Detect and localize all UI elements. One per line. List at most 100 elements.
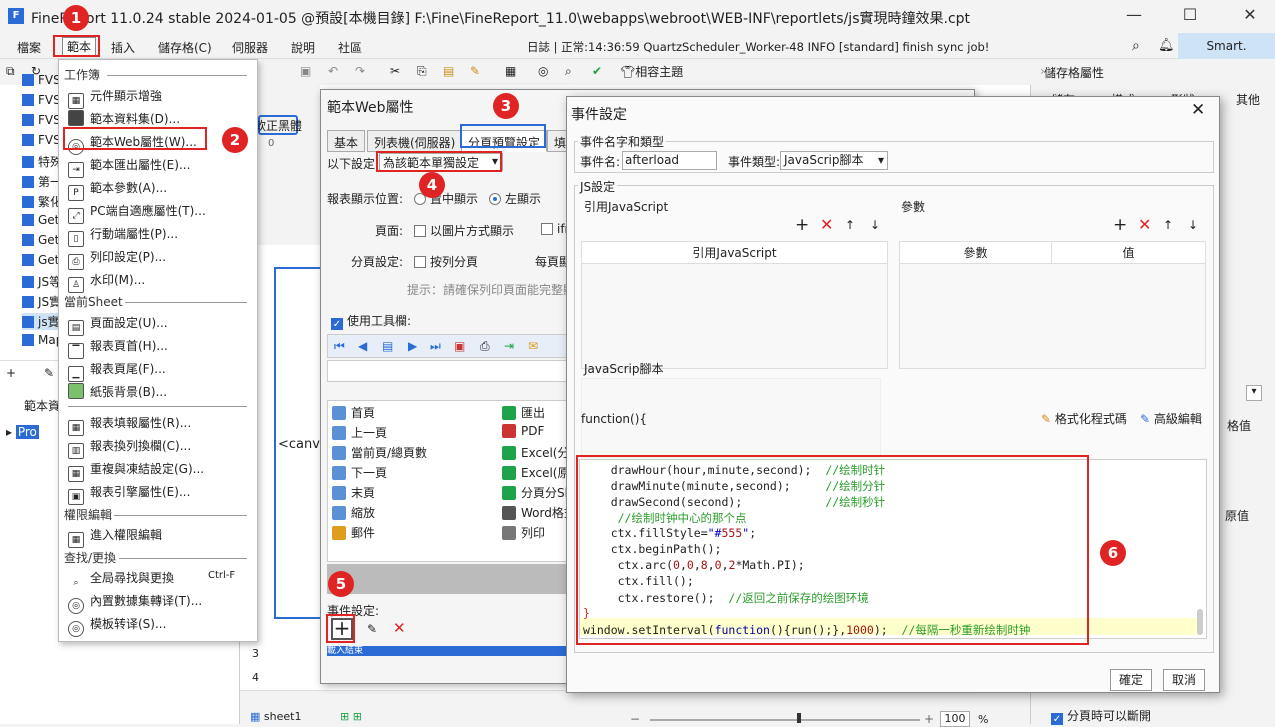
button-item[interactable]: 下一頁 bbox=[332, 464, 387, 481]
menu-item-repeat-freeze[interactable]: ▦ 重複與凍結設定(G)... bbox=[68, 460, 204, 482]
menu-item-header[interactable]: ▔ 報表頁首(H)... bbox=[68, 337, 168, 359]
project-node[interactable]: ▸ Pro bbox=[6, 425, 39, 439]
add-js-icon[interactable]: + bbox=[795, 217, 809, 234]
menu-item-fill-attribute[interactable]: ▦ 報表填報屬性(R)... bbox=[68, 414, 191, 436]
edit-icon[interactable]: ✎ bbox=[44, 365, 54, 381]
menu-item-row-column-switch[interactable]: ▥ 報表換列換欄(C)... bbox=[68, 437, 191, 459]
tab-basic[interactable]: 基本 bbox=[327, 130, 366, 152]
event-name-input[interactable]: afterload bbox=[622, 151, 717, 170]
use-toolbar-option[interactable]: ✓ 使用工具欄: bbox=[331, 312, 411, 330]
tab-printer[interactable]: 列表機(伺服器) bbox=[367, 130, 463, 152]
menu-item-watermark[interactable]: ♙ 水印(M)... bbox=[68, 271, 145, 293]
delete-param-icon[interactable]: ✕ bbox=[1138, 217, 1151, 233]
undo-icon[interactable]: ↶ bbox=[328, 63, 338, 79]
tree-item[interactable]: FVS bbox=[22, 113, 61, 127]
close-button[interactable]: ✕ bbox=[1238, 5, 1262, 27]
menu-cell[interactable]: 儲存格(C) bbox=[158, 39, 212, 56]
button-item[interactable]: 末頁 bbox=[332, 484, 375, 501]
button-item[interactable]: PDF bbox=[502, 424, 544, 438]
paste-icon[interactable]: ▤ bbox=[443, 63, 454, 79]
tree-item[interactable]: 繁化 bbox=[22, 193, 62, 210]
menu-item-page-setting[interactable]: ▤ 頁面設定(U)... bbox=[68, 314, 168, 336]
button-item[interactable]: 首頁 bbox=[332, 404, 375, 421]
menu-item-enter-permission[interactable]: ▦ 進入權限編輯 bbox=[68, 526, 162, 548]
mail-icon[interactable]: ✉ bbox=[528, 338, 538, 354]
next-page-icon[interactable]: ▶ bbox=[408, 338, 417, 354]
cancel-button[interactable]: 取消 bbox=[1163, 669, 1205, 691]
menu-item-engine-attribute[interactable]: ▣ 報表引擎屬性(E)... bbox=[68, 483, 190, 505]
notification-bell-icon[interactable]: 🔔︎ bbox=[1158, 38, 1175, 54]
ok-button[interactable]: 確定 bbox=[1110, 669, 1152, 691]
export-pdf-icon[interactable]: ▣ bbox=[454, 338, 465, 354]
move-up-icon[interactable]: ↑ bbox=[845, 217, 855, 233]
check-icon[interactable]: ✔ bbox=[592, 63, 602, 79]
add-param-icon[interactable]: + bbox=[1113, 217, 1127, 234]
code-scrollbar[interactable] bbox=[1197, 609, 1203, 635]
menu-community[interactable]: 社區 bbox=[338, 39, 362, 56]
advanced-edit-button[interactable]: ✎ 高級編輯 bbox=[1140, 410, 1202, 427]
page-number-icon[interactable]: ▤ bbox=[382, 338, 393, 354]
tree-item[interactable]: FVS bbox=[22, 93, 61, 107]
menu-item-mobile[interactable]: ▯ 行動端屬性(P)... bbox=[68, 225, 178, 247]
tree-item[interactable]: Get bbox=[22, 213, 59, 227]
last-page-icon[interactable]: ⏭ bbox=[430, 338, 441, 354]
delete-js-icon[interactable]: ✕ bbox=[820, 217, 833, 233]
zoom-thumb[interactable] bbox=[797, 713, 801, 723]
menu-item-print-setting[interactable]: ⎙ 列印設定(P)... bbox=[68, 248, 166, 270]
add-sheet-icon[interactable]: ⊞ ⊞ bbox=[340, 710, 362, 723]
menu-help[interactable]: 說明 bbox=[291, 39, 315, 56]
cut-icon[interactable]: ✂ bbox=[390, 63, 400, 79]
menu-item-template-translate[interactable]: ◎ 模板转译(S)... bbox=[68, 615, 166, 637]
search-icon[interactable]: ⌕ bbox=[1132, 38, 1140, 54]
tree-item[interactable]: FVS bbox=[22, 133, 61, 147]
tree-item[interactable]: JS等 bbox=[22, 273, 61, 290]
delete-event-icon[interactable]: ✕ bbox=[393, 620, 406, 636]
copy-icon[interactable]: ⎘ bbox=[417, 63, 427, 79]
menu-item-pc-adaptive[interactable]: ⤢ PC端自適應屬性(T)... bbox=[68, 202, 206, 224]
button-item[interactable]: 當前頁/總頁數 bbox=[332, 444, 427, 461]
right-tab-other[interactable]: 其他 bbox=[1236, 91, 1260, 108]
tree-item[interactable]: 特殊 bbox=[22, 153, 62, 170]
menu-insert[interactable]: 插入 bbox=[111, 39, 135, 56]
button-item[interactable]: 分頁分Sh bbox=[502, 484, 572, 501]
tree-item[interactable]: Get bbox=[22, 233, 59, 247]
button-item[interactable]: 上一頁 bbox=[332, 424, 387, 441]
tree-item[interactable]: 第一 bbox=[22, 173, 62, 190]
first-page-icon[interactable]: ⏮ bbox=[334, 338, 345, 354]
web-icon[interactable]: ◎ bbox=[538, 63, 548, 79]
menu-item-export-attribute[interactable]: ⇥ 範本匯出屬性(E)... bbox=[68, 156, 190, 178]
format-code-button[interactable]: ✎ 格式化程式碼 bbox=[1041, 410, 1127, 427]
zoom-preview-icon[interactable]: ⌕ bbox=[565, 63, 572, 79]
button-item[interactable]: 郵件 bbox=[332, 524, 375, 541]
image-mode-option[interactable]: 以圖片方式顯示 bbox=[414, 222, 514, 239]
button-item[interactable]: 縮放 bbox=[332, 504, 375, 521]
by-column-option[interactable]: 按列分頁 bbox=[414, 253, 478, 270]
tree-item-selected[interactable]: js實 bbox=[22, 313, 60, 330]
add-icon[interactable]: + bbox=[6, 365, 16, 381]
move-down-icon[interactable]: ↓ bbox=[1188, 217, 1198, 233]
tree-item[interactable]: Get bbox=[22, 253, 59, 267]
tree-item[interactable]: JS實 bbox=[22, 293, 61, 310]
chevron-down-icon[interactable]: ▾ bbox=[1246, 385, 1262, 401]
zoom-input[interactable]: 100 bbox=[940, 711, 970, 727]
prev-page-icon[interactable]: ◀ bbox=[358, 338, 367, 354]
export-icon[interactable]: ⇥ bbox=[504, 338, 514, 354]
minimize-button[interactable]: — bbox=[1122, 5, 1146, 27]
user-account[interactable]: Smart. bbox=[1178, 33, 1275, 59]
menu-item-dataset-translate[interactable]: ◎ 內置數據集轉译(T)... bbox=[68, 592, 202, 614]
event-row[interactable]: 載入結束 bbox=[327, 646, 567, 656]
menu-item-dataset[interactable]: 範本資料集(D)... bbox=[68, 110, 180, 127]
format-brush-icon[interactable]: ✎ bbox=[470, 63, 480, 79]
sheet-tab[interactable]: ▦ sheet1 bbox=[250, 710, 301, 723]
maximize-button[interactable]: ☐ bbox=[1178, 5, 1202, 27]
menu-item-footer[interactable]: ▁ 報表頁尾(F)... bbox=[68, 360, 166, 382]
zoom-slider[interactable] bbox=[650, 719, 920, 721]
save-icon[interactable]: ▣ bbox=[300, 63, 311, 79]
menu-item-paper-background[interactable]: 紙張背景(B)... bbox=[68, 383, 167, 400]
event-type-select[interactable]: JavaScrip腳本 ▾ bbox=[780, 151, 888, 170]
tree-item[interactable]: FVS bbox=[22, 73, 61, 87]
page-break-option[interactable]: ✓ 分頁時可以斷開 bbox=[1051, 707, 1151, 725]
left-display-option[interactable]: 左顯示 bbox=[489, 190, 541, 207]
menu-item-component-display[interactable]: ▦ 元件顯示增強 bbox=[68, 87, 162, 109]
button-item[interactable]: Word格式 bbox=[502, 504, 576, 521]
